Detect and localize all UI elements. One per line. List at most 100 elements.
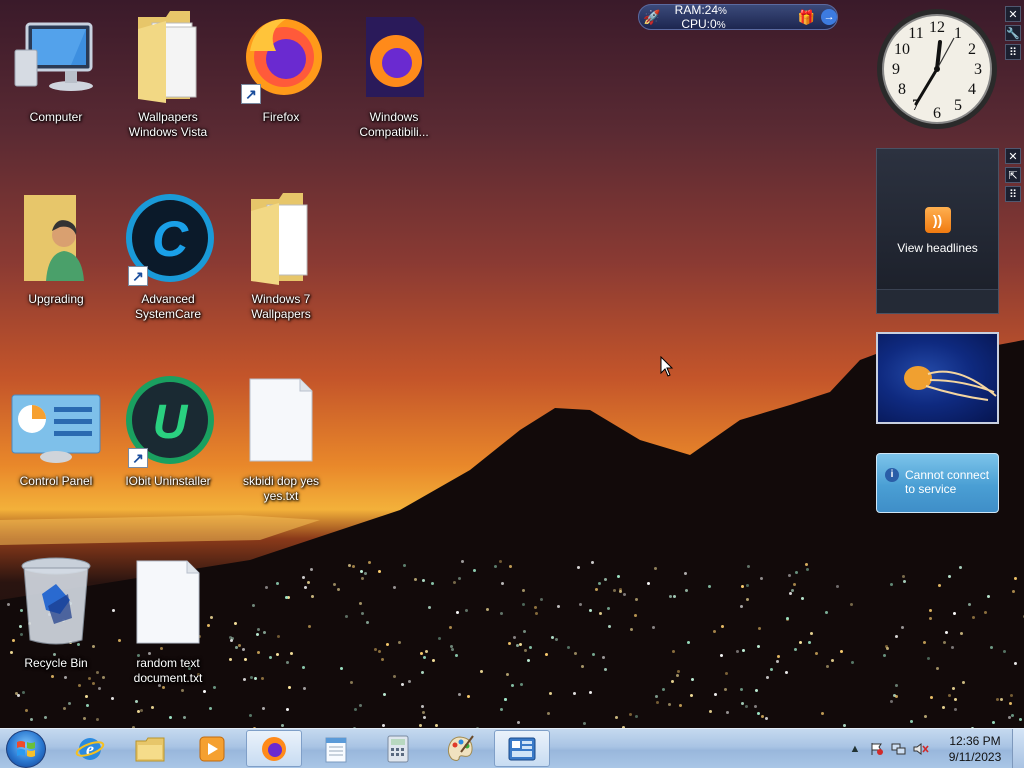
volume-muted-icon[interactable] — [910, 738, 932, 760]
feed-gadget-controls: ✕ ⇱ ⠿ — [1005, 148, 1021, 202]
recycle-bin-icon — [10, 552, 102, 652]
start-button[interactable] — [6, 730, 46, 768]
cpu-unit: % — [716, 20, 726, 31]
desktop-icon-skbidi[interactable]: skbidi dop yes yes.txt — [233, 370, 329, 540]
desktop-icon-upgrading[interactable]: Upgrading — [8, 188, 104, 358]
taskbar-notepad[interactable] — [308, 730, 364, 767]
desktop-icon-computer[interactable]: Computer — [8, 6, 104, 176]
svg-text:1: 1 — [954, 25, 962, 42]
desktop-icon-wallpapers-vista[interactable]: Wallpapers Windows Vista — [120, 6, 216, 176]
show-hidden-icons-chevron-icon[interactable]: ▲ — [844, 738, 866, 760]
computer-icon — [10, 6, 102, 106]
firefox-icon: ↗ — [235, 6, 327, 106]
mouse-cursor-icon — [660, 356, 674, 377]
svg-text:8: 8 — [898, 81, 906, 98]
taskbar-gadgets[interactable] — [494, 730, 550, 767]
clock-time: 12:36 PM — [949, 734, 1001, 748]
iobit-uninstaller-icon: U ↗ — [122, 370, 214, 470]
expand-icon[interactable]: ⇱ — [1005, 167, 1021, 183]
jellyfish-image — [904, 366, 997, 401]
info-icon: i — [885, 468, 899, 482]
icon-label: Windows Compatibili... — [359, 110, 429, 139]
desktop-icon-firefox[interactable]: ↗ Firefox — [233, 6, 329, 176]
clock-date: 9/11/2023 — [948, 750, 1002, 764]
taskbar-file-explorer[interactable] — [122, 730, 178, 767]
taskbar-internet-explorer[interactable]: e — [62, 730, 118, 767]
show-desktop-button[interactable] — [1012, 729, 1024, 768]
icon-label: Control Panel — [19, 474, 93, 488]
desktop-icon-control-panel[interactable]: Control Panel — [8, 370, 104, 540]
desktop-icon-windows-compat[interactable]: Windows Compatibili... — [346, 6, 442, 176]
gift-icon[interactable]: 🎁 — [798, 9, 815, 26]
desktop-icon-advanced-systemcare[interactable]: C ↗ Advanced SystemCare — [120, 188, 216, 358]
weather-message: Cannot connect to service — [905, 468, 990, 496]
icon-label: skbidi dop yes yes.txt — [242, 474, 320, 503]
svg-text:6: 6 — [933, 105, 941, 122]
close-icon[interactable]: ✕ — [1005, 6, 1021, 22]
network-icon[interactable] — [888, 738, 910, 760]
svg-text:12: 12 — [929, 19, 945, 36]
cpu-label: CPU: — [681, 17, 710, 31]
taskbar-clock[interactable]: 12:36 PM 9/11/2023 — [940, 733, 1010, 765]
feed-headlines-gadget[interactable]: )) View headlines — [876, 148, 999, 314]
svg-text:C: C — [152, 211, 189, 267]
slideshow-gadget[interactable] — [876, 332, 999, 424]
icon-label: Recycle Bin — [24, 656, 88, 670]
feed-title[interactable]: View headlines — [897, 241, 978, 255]
icon-label: Windows 7 Wallpapers — [251, 292, 311, 321]
weather-gadget[interactable]: i Cannot connect to service — [876, 453, 999, 513]
ram-unit: % — [718, 6, 727, 17]
svg-text:2: 2 — [968, 41, 976, 58]
folder-icon — [122, 6, 214, 106]
taskbar-firefox[interactable] — [246, 730, 302, 767]
svg-text:5: 5 — [954, 97, 962, 114]
calculator-icon — [387, 735, 409, 762]
shortcut-arrow-icon: ↗ — [128, 266, 148, 286]
icon-label: IObit Uninstaller — [125, 474, 211, 488]
clock-gadget-controls: ✕ 🔧 ⠿ — [1005, 6, 1021, 60]
svg-text:11: 11 — [908, 25, 923, 42]
text-file-icon — [122, 552, 214, 652]
text-file-icon — [235, 370, 327, 470]
paint-palette-icon — [447, 734, 474, 761]
desktop-icon-random-text[interactable]: random text document.txt — [120, 552, 216, 722]
desktop-icon-windows7-wallpapers[interactable]: Windows 7 Wallpapers — [233, 188, 329, 358]
svg-text:4: 4 — [968, 81, 976, 98]
windows-logo-icon — [17, 741, 35, 757]
media-player-icon — [199, 736, 225, 761]
desktop-icon-iobit-uninstaller[interactable]: U ↗ IObit Uninstaller — [120, 370, 216, 540]
clock-gadget[interactable]: 12 12 345 678 91011 — [876, 8, 998, 130]
drag-handle-icon[interactable]: ⠿ — [1005, 186, 1021, 202]
firefox-icon — [262, 736, 286, 761]
notepad-icon — [325, 737, 347, 762]
svg-text:9: 9 — [892, 61, 900, 78]
internet-explorer-icon: e — [75, 737, 105, 760]
user-folder-icon — [10, 188, 102, 288]
system-monitor-gadget[interactable]: 🚀 RAM:24% CPU:0% 🎁 → — [638, 3, 838, 31]
rss-icon: )) — [924, 207, 951, 233]
systemcare-icon: C ↗ — [122, 188, 214, 288]
folder-icon — [135, 737, 165, 761]
taskbar-paint[interactable] — [432, 730, 488, 767]
shortcut-arrow-icon: ↗ — [241, 84, 261, 104]
svg-text:3: 3 — [974, 61, 982, 78]
rocket-icon: 🚀 — [643, 8, 661, 25]
close-icon[interactable]: ✕ — [1005, 148, 1021, 164]
cpu-value: 0 — [710, 17, 717, 31]
compat-firefox-icon — [348, 6, 440, 106]
desktop[interactable]: Computer Wallpapers Windows Vista ↗ Fire… — [0, 0, 1024, 728]
taskbar-calculator[interactable] — [370, 730, 426, 767]
icon-label: Computer — [29, 110, 83, 124]
icon-label: Wallpapers Windows Vista — [128, 110, 208, 139]
icon-label: random text document.txt — [133, 656, 203, 685]
desktop-icon-recycle-bin[interactable]: Recycle Bin — [8, 552, 104, 722]
icon-label: Firefox — [262, 110, 300, 124]
wrench-icon[interactable]: 🔧 — [1005, 25, 1021, 41]
icon-label: Upgrading — [28, 292, 84, 306]
feed-footer — [877, 289, 998, 313]
action-center-flag-icon[interactable] — [866, 738, 888, 760]
ram-value: 24 — [704, 3, 719, 17]
taskbar-media-player[interactable] — [184, 730, 240, 767]
arrow-right-icon[interactable]: → — [821, 9, 837, 25]
drag-handle-icon[interactable]: ⠿ — [1005, 44, 1021, 60]
